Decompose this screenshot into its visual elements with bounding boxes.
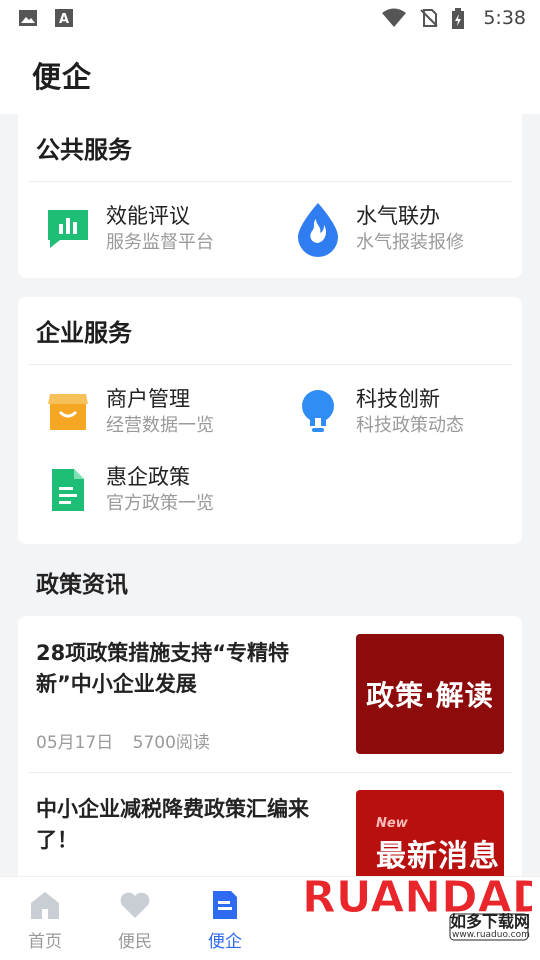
news-item[interactable]: 28项政策措施支持“专精特新”中小企业发展 05月17日 5700阅读 政策·解… [36,634,504,754]
news-title: 中小企业减税降费政策汇编来了！ [36,797,309,852]
nav-label: 便民 [118,932,152,952]
nav-enterprise[interactable]: 便企 [195,889,255,952]
nav-label: 便企 [208,932,242,952]
policy-news-list: 28项政策措施支持“专精特新”中小企业发展 05月17日 5700阅读 政策·解… [18,616,522,876]
news-thumbnail: 政策·解读 [356,634,504,754]
battery-charging-icon [451,8,471,29]
service-title: 水气联办 [356,204,440,228]
news-date: 05月17日 [36,733,114,753]
no-sim-icon [419,8,439,28]
service-tech-innovation[interactable]: 科技创新 科技政策动态 [294,385,534,439]
service-title: 效能评议 [106,204,190,228]
service-subtitle: 水气报装报修 [356,232,464,253]
service-enterprise-policy[interactable]: 惠企政策 官方政策一览 [44,463,284,517]
thumbnail-badge: New [376,816,408,831]
chart-bubble-icon [44,205,92,253]
service-subtitle: 官方政策一览 [106,493,214,514]
news-title: 28项政策措施支持“专精特新”中小企业发展 [36,641,290,696]
water-drop-icon [294,203,342,257]
wifi-icon [381,8,407,28]
news-reads: 5700阅读 [132,733,210,753]
app-header: 便企 [0,36,540,114]
service-subtitle: 科技政策动态 [356,415,464,436]
news-meta: 05月17日 5700阅读 [36,728,224,753]
service-title: 惠企政策 [106,465,190,489]
divider [28,772,512,773]
svg-text:A: A [59,12,69,27]
nav-home[interactable]: 首页 [15,889,75,952]
service-subtitle: 经营数据一览 [106,415,214,436]
watermark-url: www.ruaduo.com [452,930,530,940]
home-icon [31,892,59,919]
nav-label: 首页 [28,932,62,952]
service-water-gas[interactable]: 水气联办 水气报装报修 [294,202,534,257]
service-subtitle: 服务监督平台 [106,232,214,253]
store-icon [44,388,92,436]
nav-convenience[interactable]: 便民 [105,889,165,952]
watermark-cn: 如多下载网 [450,912,531,931]
document-icon [213,891,237,919]
image-notification-icon [18,8,38,28]
status-time: 5:38 [483,7,526,29]
scroll-content[interactable]: 公共服务 效能评议 服务监督平台 水气联办 水气报装报修 企业服务 商户管理 经… [0,114,540,876]
policy-news-title: 政策资讯 [36,572,128,598]
service-title: 商户管理 [106,387,190,411]
status-bar: A 5:38 [0,0,540,36]
service-merchant-management[interactable]: 商户管理 经营数据一览 [44,385,284,439]
enterprise-services-title: 企业服务 [28,297,512,365]
heart-icon [120,892,150,918]
text-notification-icon: A [54,8,74,28]
document-icon [44,466,92,514]
service-efficiency-review[interactable]: 效能评议 服务监督平台 [44,202,284,256]
lightbulb-icon [294,388,342,436]
enterprise-services-card: 企业服务 商户管理 经营数据一览 科技创新 科技政策动态 惠企政策 官方政策一览 [18,297,522,544]
service-title: 科技创新 [356,387,440,411]
page-title: 便企 [32,60,93,94]
watermark-logo: RUANDADO 如多下载网 www.ruaduo.com [300,864,540,954]
public-services-card: 公共服务 效能评议 服务监督平台 水气联办 水气报装报修 [18,114,522,278]
public-services-title: 公共服务 [28,114,512,182]
thumbnail-text: 政策·解读 [366,679,494,712]
